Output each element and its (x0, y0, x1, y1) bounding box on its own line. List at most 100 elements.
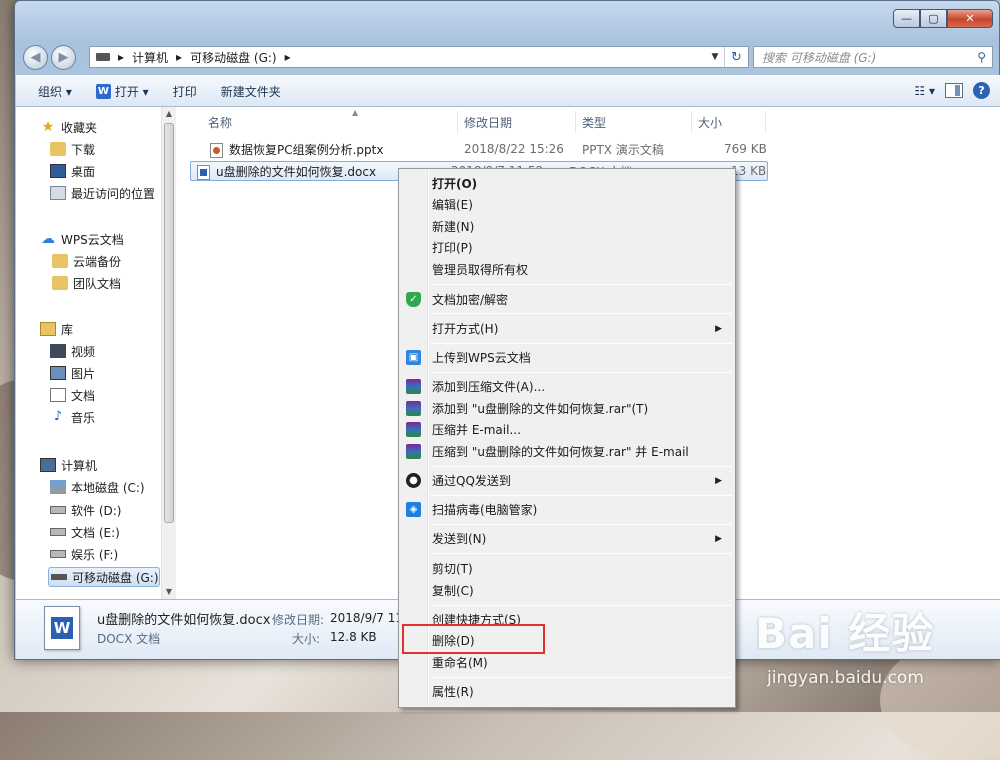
sidebar-item-music[interactable]: ♪ 音乐 (50, 407, 95, 427)
search-icon[interactable]: ⚲ (977, 50, 986, 64)
menu-item-encrypt[interactable]: ✓ 文档加密/解密 (402, 289, 732, 310)
wps-cloud-icon: ▣ (406, 350, 421, 365)
menu-item-properties[interactable]: 属性(R) (402, 681, 732, 702)
menu-item-compress-email[interactable]: 压缩并 E-mail... (402, 419, 732, 440)
menu-item-edit[interactable]: 编辑(E) (402, 194, 732, 215)
baidu-jingyan-logo: Bai 经验 (755, 609, 935, 658)
column-header-name[interactable]: 名称 ▲ (202, 108, 458, 133)
sidebar-item-favorites[interactable]: ★ 收藏夹 (40, 117, 97, 137)
search-input[interactable]: 搜索 可移动磁盘 (G:) ⚲ (753, 46, 993, 68)
menu-item-compress-rar-email[interactable]: 压缩到 "u盘删除的文件如何恢复.rar" 并 E-mail (402, 441, 732, 462)
open-button[interactable]: W 打开 ▾ (84, 76, 161, 106)
view-options-icon[interactable]: ☷ ▾ (914, 84, 935, 98)
column-label: 类型 (582, 115, 607, 130)
menu-item-take-ownership[interactable]: 管理员取得所有权 (402, 259, 732, 280)
table-row[interactable]: 数据恢复PC组案例分析.pptx 2018/8/22 15:26 PPTX 演示… (190, 139, 768, 159)
sidebar-item-drive-c[interactable]: 本地磁盘 (C:) (50, 477, 145, 497)
forward-button[interactable]: ▶ (51, 45, 76, 70)
sidebar-item-downloads[interactable]: 下载 (50, 139, 95, 159)
column-header-date[interactable]: 修改日期 (458, 111, 576, 133)
sidebar-item-recent[interactable]: 最近访问的位置 (50, 183, 155, 203)
address-bar[interactable]: ▸ 计算机 ▸ 可移动磁盘 (G:) ▸ ▼ ↻ (89, 46, 749, 68)
menu-item-add-archive[interactable]: 添加到压缩文件(A)... (402, 376, 732, 397)
scroll-down-arrow[interactable]: ▼ (162, 587, 176, 596)
menu-item-label: 扫描病毒(电脑管家) (432, 503, 538, 517)
sidebar-item-desktop[interactable]: 桌面 (50, 161, 95, 181)
column-label: 大小 (698, 115, 723, 130)
menu-item-new[interactable]: 新建(N) (402, 216, 732, 237)
breadcrumb-separator[interactable]: ▸ (176, 50, 182, 64)
sidebar-item-videos[interactable]: 视频 (50, 341, 95, 361)
sidebar-item-team-docs[interactable]: 团队文档 (52, 273, 121, 293)
breadcrumb-drive-g[interactable]: 可移动磁盘 (G:) (190, 49, 277, 66)
menu-item-label: 复制(C) (432, 584, 474, 598)
menu-item-print[interactable]: 打印(P) (402, 237, 732, 258)
refresh-icon[interactable]: ↻ (724, 47, 748, 67)
menu-item-label: 打开(O) (432, 177, 478, 191)
sidebar-item-pictures[interactable]: 图片 (50, 363, 95, 383)
sidebar-item-drive-g[interactable]: 可移动磁盘 (G:) (48, 567, 160, 587)
menu-separator (430, 343, 732, 344)
menu-item-open[interactable]: 打开(O) (402, 173, 732, 194)
print-button[interactable]: 打印 (161, 76, 209, 106)
sidebar-scrollbar[interactable]: ▲ ▼ (161, 107, 176, 599)
video-icon (50, 344, 66, 358)
winrar-icon (406, 444, 421, 459)
file-name-cell: 数据恢复PC组案例分析.pptx (210, 141, 383, 158)
new-folder-label: 新建文件夹 (220, 84, 281, 99)
qq-penguin-icon: ● (406, 473, 421, 488)
menu-item-send-to[interactable]: 发送到(N) ▶ (402, 528, 732, 549)
scroll-up-arrow[interactable]: ▲ (162, 109, 176, 118)
winrar-icon (406, 401, 421, 416)
sidebar-item-label: 库 (61, 322, 74, 337)
menu-item-rename[interactable]: 重命名(M) (402, 652, 732, 673)
menu-item-copy[interactable]: 复制(C) (402, 580, 732, 601)
details-filename: u盘删除的文件如何恢复.docx (97, 613, 271, 628)
details-type: DOCX 文档 (97, 632, 161, 646)
menu-item-label: 编辑(E) (432, 198, 473, 212)
menu-separator (430, 313, 732, 314)
sidebar-item-label: 可移动磁盘 (G:) (72, 570, 159, 585)
column-header-type[interactable]: 类型 (576, 111, 692, 133)
file-name-cell: u盘删除的文件如何恢复.docx (197, 163, 376, 180)
menu-item-add-to-rar[interactable]: 添加到 "u盘删除的文件如何恢复.rar"(T) (402, 398, 732, 419)
close-button[interactable]: ✕ (947, 9, 993, 28)
sidebar-item-label: 收藏夹 (61, 120, 98, 135)
preview-pane-icon[interactable] (945, 83, 963, 98)
sidebar-item-wps-cloud[interactable]: ☁ WPS云文档 (40, 229, 124, 249)
folder-icon (52, 254, 68, 268)
back-button[interactable]: ◀ (23, 45, 48, 70)
breadcrumb-separator[interactable]: ▸ (285, 50, 291, 64)
new-folder-button[interactable]: 新建文件夹 (209, 76, 293, 106)
sidebar-item-documents[interactable]: 文档 (50, 385, 95, 405)
sidebar-item-cloud-backup[interactable]: 云端备份 (52, 251, 121, 271)
sidebar-item-computer[interactable]: 计算机 (40, 455, 97, 475)
menu-item-send-qq[interactable]: ● 通过QQ发送到 ▶ (402, 470, 732, 491)
minimize-button[interactable]: — (893, 9, 920, 28)
menu-item-open-with[interactable]: 打开方式(H) ▶ (402, 318, 732, 339)
sidebar-item-libraries[interactable]: 库 (40, 319, 73, 339)
menu-item-scan-virus[interactable]: ◈ 扫描病毒(电脑管家) (402, 499, 732, 520)
help-icon[interactable]: ? (973, 82, 990, 99)
sidebar-item-drive-d[interactable]: 软件 (D:) (50, 500, 121, 520)
sidebar-item-drive-e[interactable]: 文档 (E:) (50, 522, 120, 542)
menu-item-label: 添加到压缩文件(A)... (432, 380, 546, 394)
column-header-size[interactable]: 大小 (692, 111, 766, 133)
maximize-button[interactable]: ▢ (920, 9, 947, 28)
sidebar-item-label: 云端备份 (73, 254, 122, 269)
file-name: 数据恢复PC组案例分析.pptx (229, 142, 384, 157)
chevron-down-icon[interactable]: ▼ (708, 47, 722, 67)
organize-button[interactable]: 组织 ▾ (16, 76, 84, 106)
file-type-cell: PPTX 演示文稿 (582, 142, 664, 157)
scrollbar-thumb[interactable] (164, 123, 174, 523)
pc-manager-shield-icon: ◈ (406, 502, 421, 517)
breadcrumb-separator[interactable]: ▸ (118, 50, 124, 64)
winrar-icon (406, 379, 421, 394)
sidebar-item-label: 娱乐 (F:) (71, 547, 119, 562)
breadcrumb-computer[interactable]: 计算机 (132, 49, 168, 66)
open-label: 打开 ▾ (114, 84, 149, 99)
watermark-url: jingyan.baidu.com (767, 668, 924, 688)
menu-item-upload-wps[interactable]: ▣ 上传到WPS云文档 (402, 347, 732, 368)
menu-item-cut[interactable]: 剪切(T) (402, 558, 732, 579)
sidebar-item-drive-f[interactable]: 娱乐 (F:) (50, 544, 118, 564)
